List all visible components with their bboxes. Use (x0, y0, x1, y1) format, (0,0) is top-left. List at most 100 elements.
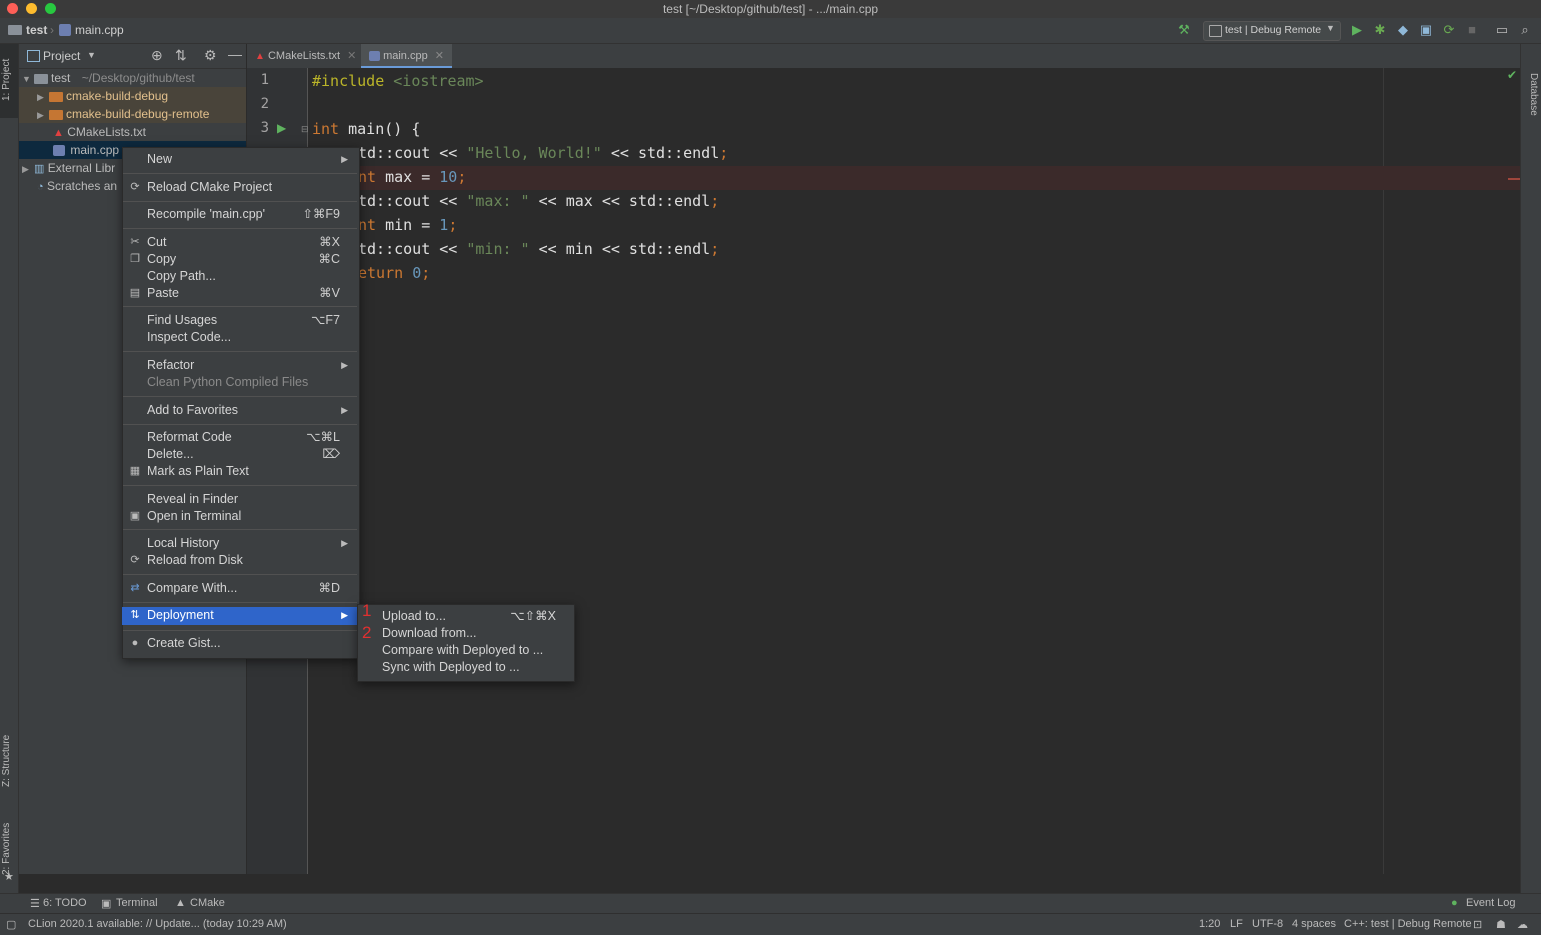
panel-toggle-icon[interactable]: ▢ (6, 918, 16, 931)
code-line-9: eturn 0; (358, 264, 431, 282)
caret-position[interactable]: 1:20 (1199, 918, 1220, 930)
tab-main-cpp[interactable]: main.cpp ✕ (361, 44, 452, 68)
breadcrumb-file[interactable]: main.cpp (75, 23, 124, 37)
expand-arrow-icon[interactable]: ▶ (22, 160, 34, 178)
library-icon: ▥ (34, 163, 45, 175)
stop-icon[interactable]: ■ (1464, 22, 1480, 38)
annotation-marker-1: 1 (362, 601, 372, 620)
chevron-down-icon[interactable]: ▼ (87, 50, 96, 60)
tree-item-label: CMakeLists.txt (67, 125, 146, 139)
code-context[interactable]: C++: test | Debug Remote (1344, 918, 1472, 930)
tree-item-cmakelists[interactable]: ▲ CMakeLists.txt (19, 123, 246, 141)
tree-item-cmake-build-debug[interactable]: ▶ cmake-build-debug (19, 87, 246, 105)
tab-cmakelists[interactable]: ▲ CMakeLists.txt ✕ (247, 44, 364, 68)
layout-window-icon[interactable]: ▭ (1494, 22, 1510, 38)
project-view-title[interactable]: Project (43, 49, 80, 63)
inspector-icon[interactable]: ☗ (1496, 918, 1506, 931)
menu-separator (123, 529, 357, 530)
close-icon[interactable]: ✕ (347, 50, 356, 62)
tool-tab-cmake[interactable]: CMake (190, 897, 225, 909)
breadcrumb-project[interactable]: test (26, 23, 47, 37)
file-encoding[interactable]: UTF-8 (1252, 918, 1283, 930)
menu-item-create-gist[interactable]: ● Create Gist... (122, 635, 358, 652)
menu-item-reload-disk[interactable]: ⟳ Reload from Disk (122, 552, 358, 569)
menu-item-new[interactable]: New ▶ (122, 151, 358, 168)
title-bar: test [~/Desktop/github/test] - .../main.… (0, 0, 1541, 19)
menu-item-clean-python[interactable]: Clean Python Compiled Files (122, 374, 358, 391)
chevron-down-icon: ▼ (1326, 23, 1335, 33)
run-icon[interactable]: ▶ (1349, 22, 1365, 38)
folder-icon (8, 25, 22, 35)
tool-tab-event-log[interactable]: Event Log (1466, 897, 1516, 909)
menu-item-local-history[interactable]: Local History ▶ (122, 535, 358, 552)
tool-tab-todo[interactable]: 6: TODO (43, 897, 87, 909)
menu-item-reveal-finder[interactable]: Reveal in Finder (122, 491, 358, 508)
status-bar: ▢ CLion 2020.1 available: // Update... (… (0, 913, 1541, 935)
menu-item-refactor[interactable]: Refactor ▶ (122, 357, 358, 374)
attach-process-icon[interactable]: ⟳ (1441, 22, 1457, 38)
menu-item-reformat[interactable]: Reformat Code ⌥⌘L (122, 429, 358, 446)
menu-item-inspect-code[interactable]: Inspect Code... (122, 329, 358, 346)
submenu-item-sync-deployed[interactable]: Sync with Deployed to ... (358, 659, 572, 676)
fold-icon[interactable]: ⊟ (301, 124, 309, 135)
debug-bug-icon[interactable]: ✱ (1372, 22, 1388, 38)
submenu-item-upload[interactable]: Upload to... ⌥⇧⌘X (358, 608, 572, 625)
lock-icon[interactable]: ⊡ (1473, 918, 1482, 931)
menu-item-copy-path[interactable]: Copy Path... (122, 268, 358, 285)
status-message[interactable]: CLion 2020.1 available: // Update... (to… (28, 918, 287, 930)
notifications-icon[interactable]: ☁ (1517, 918, 1528, 931)
submenu-item-download[interactable]: Download from... (358, 625, 572, 642)
menu-item-recompile[interactable]: Recompile 'main.cpp' ⇧⌘F9 (122, 206, 358, 223)
indent-setting[interactable]: 4 spaces (1292, 918, 1336, 930)
menu-item-add-favorites[interactable]: Add to Favorites ▶ (122, 402, 358, 419)
menu-item-deployment[interactable]: ⇅ Deployment ▶ (122, 607, 358, 625)
expand-arrow-icon[interactable]: ▼ (22, 70, 34, 88)
tool-tab-database[interactable]: Database (1523, 64, 1539, 124)
tree-item-label: cmake-build-debug-remote (66, 107, 210, 121)
menu-item-paste[interactable]: ▤ Paste ⌘V (122, 285, 358, 302)
locate-file-icon[interactable]: ⊕ (151, 47, 163, 64)
menu-item-reload-cmake[interactable]: ⟳ Reload CMake Project (122, 179, 358, 196)
menu-separator (123, 574, 357, 575)
coverage-icon[interactable]: ◆ (1395, 22, 1411, 38)
menu-item-compare-with[interactable]: ⇄ Compare With... ⌘D (122, 580, 358, 597)
tree-item-label: test (51, 71, 71, 85)
line-separator[interactable]: LF (1230, 918, 1243, 930)
menu-separator (123, 351, 357, 352)
menu-item-delete[interactable]: Delete... ⌦ (122, 446, 358, 463)
menu-item-find-usages[interactable]: Find Usages ⌥F7 (122, 312, 358, 329)
close-icon[interactable]: ✕ (435, 50, 444, 62)
cmake-triangle-icon: ▲ (53, 127, 64, 139)
scissors-icon: ✂ (130, 236, 140, 248)
hide-panel-icon[interactable]: — (228, 46, 242, 62)
menu-item-copy[interactable]: ❐ Copy ⌘C (122, 251, 358, 268)
menu-item-open-terminal[interactable]: ▣ Open in Terminal (122, 508, 358, 525)
collapse-all-icon[interactable]: ⇅ (175, 47, 187, 64)
code-line-1: #include <iostream> (312, 72, 484, 90)
submenu-item-compare-deployed[interactable]: Compare with Deployed to ... (358, 642, 572, 659)
terminal-icon: ▣ (129, 510, 141, 522)
build-hammer-icon[interactable]: ⚒ (1176, 22, 1192, 38)
run-gutter-icon[interactable]: ▶ (277, 121, 286, 135)
cpp-file-icon (369, 51, 380, 62)
gear-icon[interactable]: ⚙ (204, 47, 217, 64)
run-configuration-select[interactable]: test | Debug Remote ▼ (1203, 21, 1341, 41)
search-icon[interactable]: ⌕ (1517, 22, 1533, 38)
expand-arrow-icon[interactable]: ▶ (37, 88, 49, 106)
expand-arrow-icon[interactable]: ▶ (37, 106, 49, 124)
menu-item-mark-plain-text[interactable]: ▦ Mark as Plain Text (122, 463, 358, 480)
tool-tab-structure[interactable]: Z: Structure (1, 726, 17, 796)
reload-icon: ⟳ (130, 181, 140, 193)
tool-tab-project[interactable]: 1: Project (1, 50, 17, 110)
tool-tab-terminal[interactable]: Terminal (116, 897, 158, 909)
star-icon: ★ (4, 871, 14, 883)
tree-item-path: ~/Desktop/github/test (81, 71, 195, 85)
menu-separator (123, 173, 357, 174)
terminal-icon: ▣ (101, 898, 112, 910)
tree-item-label: cmake-build-debug (66, 89, 169, 103)
menu-separator (123, 602, 357, 603)
tree-item-cmake-build-debug-remote[interactable]: ▶ cmake-build-debug-remote (19, 105, 246, 123)
menu-item-cut[interactable]: ✂ Cut ⌘X (122, 234, 358, 251)
tree-item-root[interactable]: ▼ test ~/Desktop/github/test (19, 69, 246, 87)
profiler-icon[interactable]: ▣ (1418, 22, 1434, 38)
